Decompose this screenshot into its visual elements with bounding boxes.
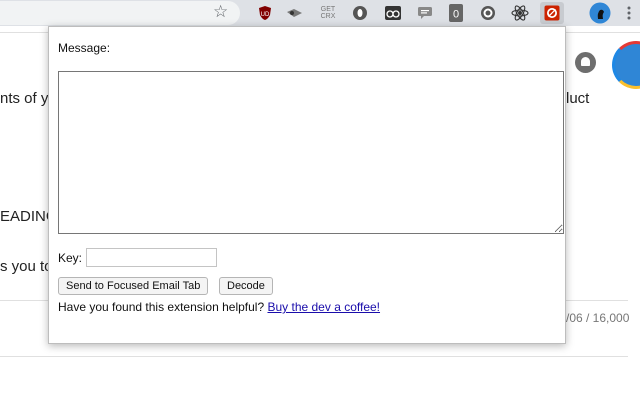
character-counter: /06 / 16,000 [566, 311, 630, 325]
glasses-icon[interactable] [383, 3, 403, 23]
extension-popup: Message: Key: Send to Focused Email Tab … [48, 26, 566, 344]
address-bar[interactable] [0, 1, 240, 25]
helpful-prompt: Have you found this extension helpful? B… [58, 300, 380, 314]
decode-button[interactable]: Decode [219, 277, 273, 295]
svg-text:UD: UD [261, 12, 270, 18]
message-label: Message: [58, 41, 111, 55]
page-divider [0, 356, 628, 357]
helpful-text: Have you found this extension helpful? [58, 300, 265, 314]
email-encrypt-extension-icon[interactable] [540, 2, 564, 24]
ublock-origin-icon[interactable]: UD [255, 3, 275, 23]
notification-bell-icon[interactable] [575, 52, 596, 73]
screen: ☆ UD GET CRX 0 nts of y luct EADING s yo… [0, 0, 640, 400]
buy-coffee-link[interactable]: Buy the dev a coffee! [267, 300, 380, 314]
send-to-focused-email-tab-button[interactable]: Send to Focused Email Tab [58, 277, 209, 295]
svg-text:0: 0 [453, 9, 459, 21]
browser-toolbar: ☆ UD GET CRX 0 [0, 0, 640, 26]
zero-icon[interactable]: 0 [446, 3, 466, 23]
spy-glasses-icon[interactable] [285, 3, 305, 23]
key-label: Key: [58, 251, 83, 265]
circle-o-icon[interactable] [350, 3, 370, 23]
star-outline-icon[interactable]: ☆ [213, 3, 228, 21]
chat-bubble-icon[interactable] [415, 3, 435, 23]
get-crx-icon[interactable]: GET CRX [318, 3, 338, 23]
more-vertical-icon[interactable] [622, 3, 636, 23]
profile-avatar-icon[interactable] [588, 1, 612, 25]
profile-avatar-icon[interactable] [612, 41, 640, 89]
react-atom-icon[interactable] [510, 3, 530, 23]
page-text-line-1-right: luct [566, 90, 590, 107]
target-icon[interactable] [478, 3, 498, 23]
key-input[interactable] [86, 248, 217, 267]
page-text-line-1: nts of y [0, 90, 49, 107]
message-textarea[interactable] [58, 71, 564, 234]
page-text-line-3: s you to [0, 258, 53, 275]
